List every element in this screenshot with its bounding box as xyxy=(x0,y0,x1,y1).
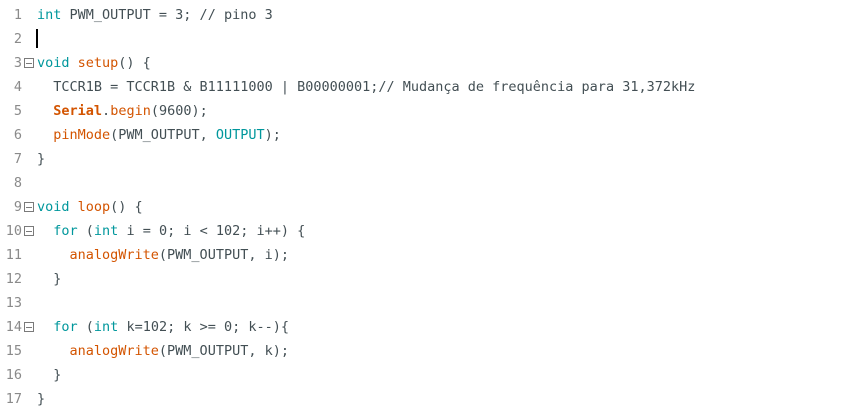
code-line[interactable]: 9 void loop() { xyxy=(0,195,856,219)
line-number: 17 xyxy=(5,391,22,407)
code-token: PWM_OUTPUT = 3; // pino 3 xyxy=(61,7,273,23)
line-number: 11 xyxy=(5,247,22,263)
line-number: 16 xyxy=(5,367,22,383)
code-line[interactable]: 2 xyxy=(0,27,856,51)
code-line[interactable]: 10 for (int i = 0; i < 102; i++) { xyxy=(0,219,856,243)
code-text: int PWM_OUTPUT = 3; // pino 3 xyxy=(37,3,273,27)
code-line[interactable]: 13 xyxy=(0,291,856,315)
code-line[interactable]: 17} xyxy=(0,387,856,411)
code-editor[interactable]: 1 int PWM_OUTPUT = 3; // pino 3 2 3 void set… xyxy=(0,0,856,418)
code-token: (PWM_OUTPUT, i); xyxy=(158,247,289,263)
code-token: begin xyxy=(110,103,151,119)
line-number: 14 xyxy=(5,319,22,335)
fold-collapse-icon[interactable] xyxy=(24,226,34,236)
code-token: . xyxy=(102,103,111,119)
code-text: for (int k=102; k >= 0; k--){ xyxy=(37,315,289,339)
line-number: 15 xyxy=(5,343,22,359)
code-token: analogWrite xyxy=(69,343,159,359)
line-number: 4 xyxy=(13,79,22,95)
code-token: int xyxy=(93,223,119,239)
code-text: void loop() { xyxy=(37,195,143,219)
code-text: } xyxy=(37,387,45,411)
code-text: analogWrite(PWM_OUTPUT, i); xyxy=(37,243,289,267)
code-line[interactable]: 5 Serial.begin(9600); xyxy=(0,99,856,123)
line-number: 9 xyxy=(13,199,22,215)
code-text: } xyxy=(37,267,61,291)
code-text: for (int i = 0; i < 102; i++) { xyxy=(37,219,305,243)
line-number: 3 xyxy=(13,55,22,71)
code-line[interactable]: 16 } xyxy=(0,363,856,387)
code-text: void setup() { xyxy=(37,51,151,75)
code-text: TCCR1B = TCCR1B & B11111000 | B00000001;… xyxy=(37,75,695,99)
code-token: pinMode xyxy=(53,127,111,143)
code-text: } xyxy=(37,147,45,171)
code-text: } xyxy=(37,363,61,387)
code-token: ); xyxy=(264,127,281,143)
code-token: loop xyxy=(77,199,111,215)
code-line[interactable]: 14 for (int k=102; k >= 0; k--){ xyxy=(0,315,856,339)
line-number: 10 xyxy=(5,223,22,239)
code-token: k=102; k >= 0; k--){ xyxy=(118,319,289,335)
code-line[interactable]: 7} xyxy=(0,147,856,171)
code-token: for xyxy=(53,223,78,239)
code-token: OUTPUT xyxy=(215,127,265,143)
line-number: 5 xyxy=(13,103,22,119)
fold-collapse-icon[interactable] xyxy=(24,322,34,332)
code-token: int xyxy=(37,7,62,23)
code-token: } xyxy=(37,151,46,167)
code-token: setup xyxy=(77,55,119,71)
line-number: 13 xyxy=(5,295,22,311)
code-token: analogWrite xyxy=(69,247,159,263)
code-text: analogWrite(PWM_OUTPUT, k); xyxy=(37,339,289,363)
code-token: (9600); xyxy=(150,103,208,119)
code-text: pinMode(PWM_OUTPUT, OUTPUT); xyxy=(37,123,281,147)
line-number: 12 xyxy=(5,271,22,287)
line-number: 2 xyxy=(13,31,22,47)
code-line[interactable]: 15 analogWrite(PWM_OUTPUT, k); xyxy=(0,339,856,363)
code-token: TCCR1B = TCCR1B & B11111000 | B00000001;… xyxy=(37,79,696,95)
fold-collapse-icon[interactable] xyxy=(24,58,34,68)
code-line[interactable]: 1 int PWM_OUTPUT = 3; // pino 3 xyxy=(0,3,856,27)
code-line[interactable]: 12 } xyxy=(0,267,856,291)
code-token: } xyxy=(37,367,62,383)
code-token: () { xyxy=(110,199,143,215)
code-token: i = 0; i < 102; i++) { xyxy=(118,223,306,239)
code-token: int xyxy=(93,319,119,335)
code-token: (PWM_OUTPUT, k); xyxy=(158,343,289,359)
code-token: () { xyxy=(118,55,151,71)
code-text: Serial.begin(9600); xyxy=(37,99,208,123)
code-token: ( xyxy=(77,319,94,335)
line-number: 7 xyxy=(13,151,22,167)
code-line[interactable]: 11 analogWrite(PWM_OUTPUT, i); xyxy=(0,243,856,267)
code-token: (PWM_OUTPUT, xyxy=(110,127,216,143)
fold-collapse-icon[interactable] xyxy=(24,202,34,212)
code-line[interactable]: 8 xyxy=(0,171,856,195)
code-token: for xyxy=(53,319,78,335)
line-number: 8 xyxy=(13,175,22,191)
code-line[interactable]: 3 void setup() { xyxy=(0,51,856,75)
code-line[interactable]: 4 TCCR1B = TCCR1B & B11111000 | B0000000… xyxy=(0,75,856,99)
code-token: ( xyxy=(77,223,94,239)
code-token: } xyxy=(37,271,62,287)
code-line[interactable]: 6 pinMode(PWM_OUTPUT, OUTPUT); xyxy=(0,123,856,147)
line-number: 6 xyxy=(13,127,22,143)
line-number: 1 xyxy=(13,7,22,23)
code-token: void xyxy=(37,55,70,71)
code-token: void xyxy=(37,199,70,215)
code-token: } xyxy=(37,391,46,407)
code-token: Serial xyxy=(53,103,103,119)
